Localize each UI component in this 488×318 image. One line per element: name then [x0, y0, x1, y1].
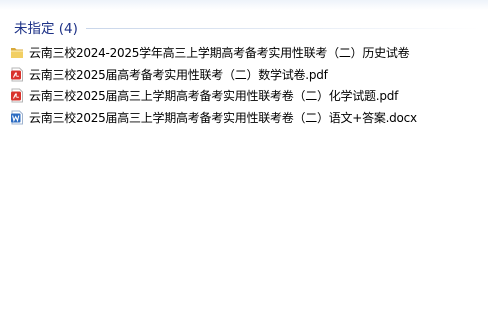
file-name: 云南三校2025届高三上学期高考备考实用性联考卷（二）化学试题.pdf — [29, 89, 399, 104]
file-item-chemistry-pdf[interactable]: 云南三校2025届高三上学期高考备考实用性联考卷（二）化学试题.pdf — [10, 85, 480, 107]
group-header-unspecified[interactable]: 未指定 (4) — [14, 18, 480, 37]
file-name: 云南三校2025届高考备考实用性联考（二）数学试卷.pdf — [29, 67, 328, 82]
word-doc-icon — [11, 110, 23, 125]
file-list: 云南三校2024-2025学年高三上学期高考备考实用性联考（二）历史试卷 云南三… — [10, 42, 480, 128]
group-title: 未指定 (4) — [14, 21, 78, 37]
group-divider — [85, 28, 480, 29]
file-item-math-pdf[interactable]: 云南三校2025届高考备考实用性联考（二）数学试卷.pdf — [10, 64, 480, 86]
folder-icon — [11, 48, 23, 59]
file-item-chinese-docx[interactable]: 云南三校2025届高三上学期高考备考实用性联考卷（二）语文+答案.docx — [10, 107, 480, 129]
file-item-history-folder[interactable]: 云南三校2024-2025学年高三上学期高考备考实用性联考（二）历史试卷 — [10, 42, 480, 64]
file-name: 云南三校2024-2025学年高三上学期高考备考实用性联考（二）历史试卷 — [29, 46, 410, 61]
window-top-edge — [0, 0, 488, 10]
pdf-icon — [11, 67, 23, 82]
pdf-icon — [11, 88, 23, 103]
file-name: 云南三校2025届高三上学期高考备考实用性联考卷（二）语文+答案.docx — [29, 110, 417, 125]
